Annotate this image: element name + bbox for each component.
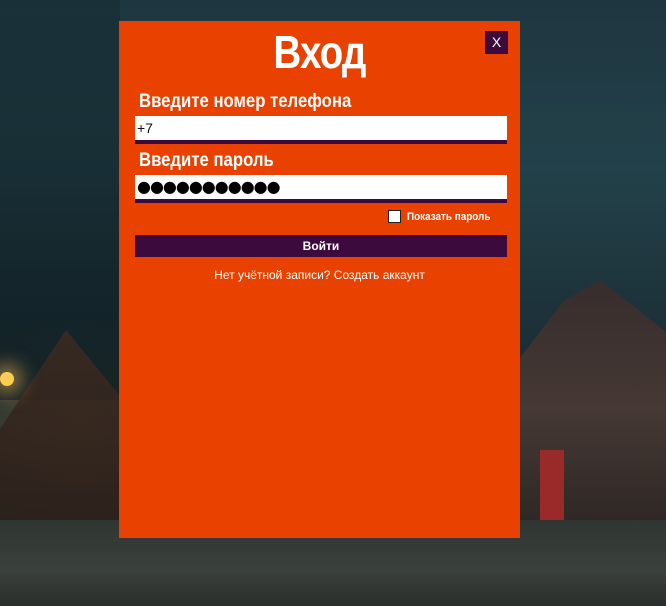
show-password-label: Показать пароль <box>407 210 491 223</box>
show-password-toggle[interactable]: Показать пароль <box>388 210 500 223</box>
show-password-checkbox[interactable] <box>388 210 402 223</box>
login-dialog: Вход X Введите номер телефона Введите па… <box>119 21 520 538</box>
close-button[interactable]: X <box>485 31 508 54</box>
create-account-link[interactable]: Нет учётной записи? Создать аккаунт <box>119 268 520 282</box>
phone-field-wrapper <box>135 116 507 144</box>
login-button[interactable]: Войти <box>135 235 507 257</box>
dialog-title: Вход <box>273 26 366 78</box>
background-lamp <box>0 372 14 386</box>
password-label: Введите пароль <box>139 150 274 171</box>
phone-label: Введите номер телефона <box>139 91 352 112</box>
background-door <box>540 450 564 520</box>
password-input[interactable]: ●●●●●●●●●●● <box>137 177 281 196</box>
password-field-wrapper[interactable]: ●●●●●●●●●●● <box>135 175 507 203</box>
phone-input[interactable] <box>135 116 507 140</box>
